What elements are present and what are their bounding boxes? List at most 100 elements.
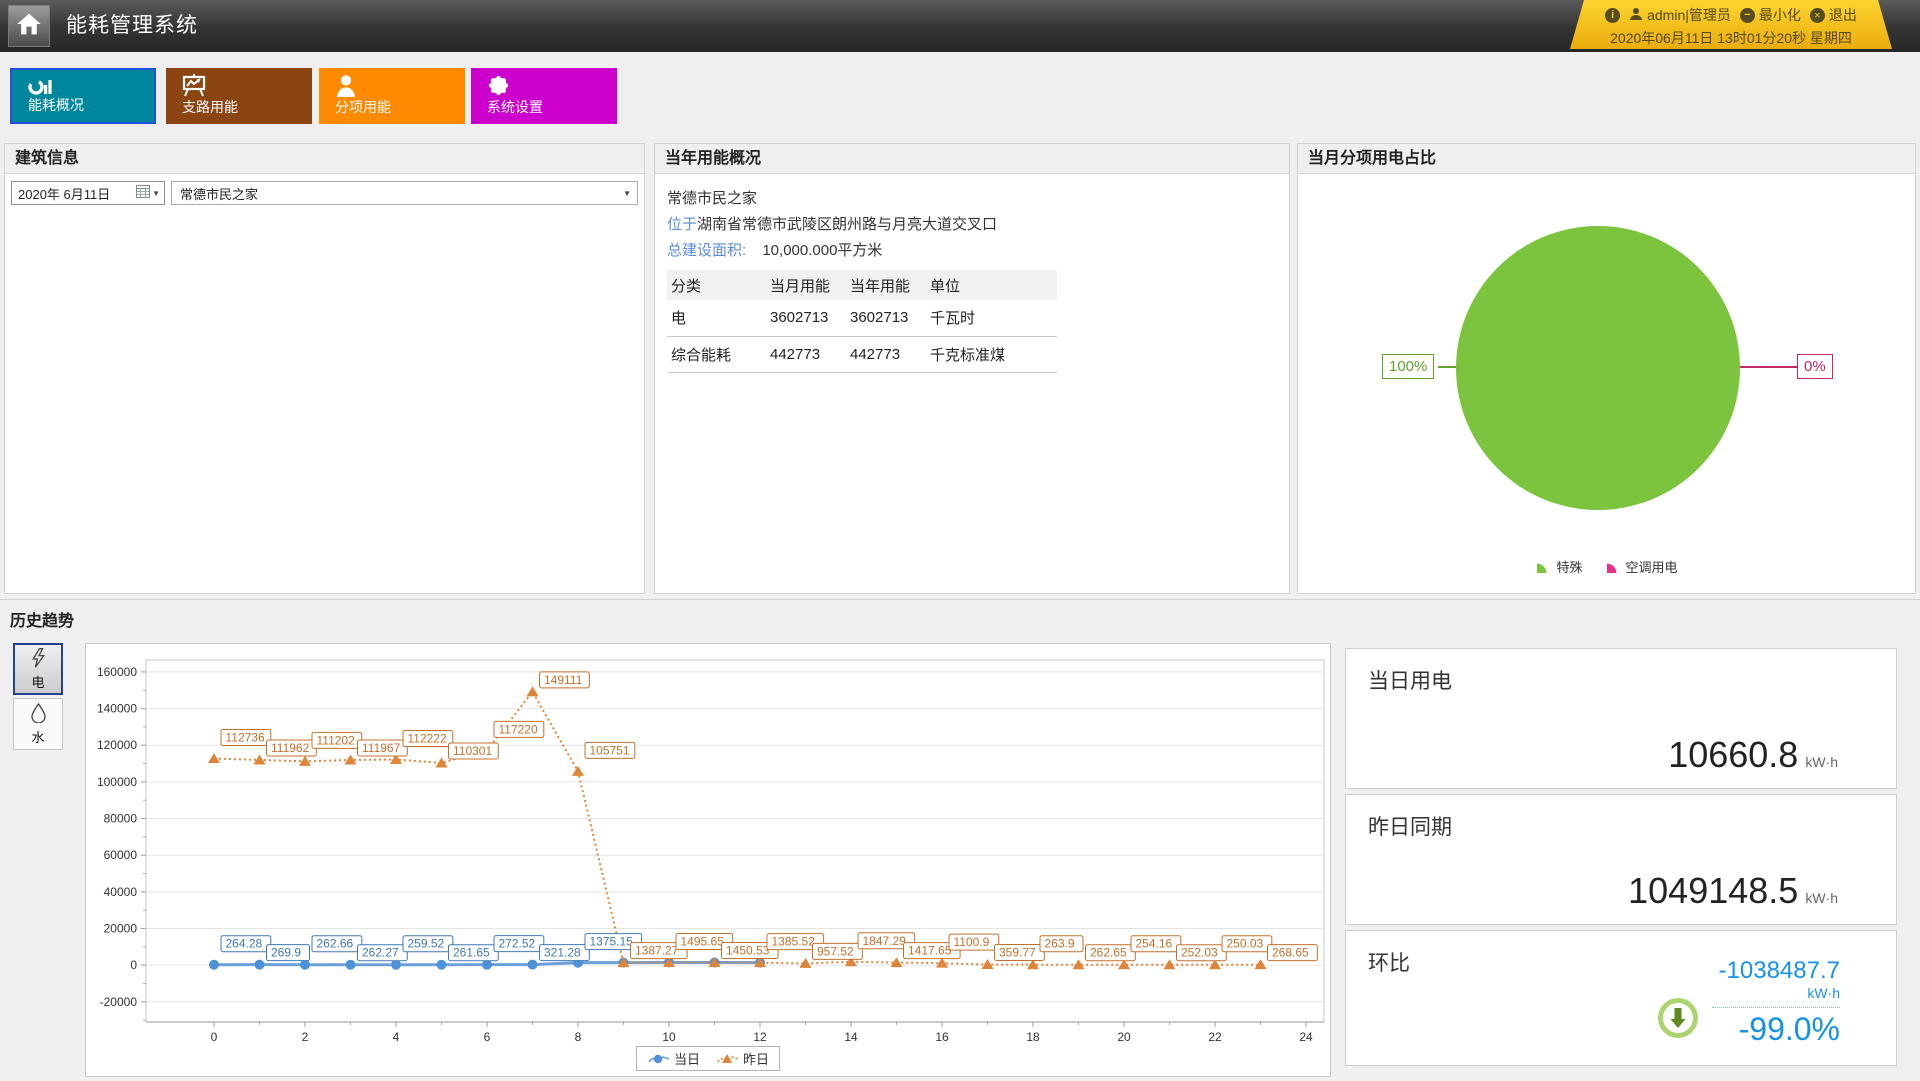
comparison-values: -1038487.7 kW·h -99.0% <box>1600 957 1840 1046</box>
svg-text:262.66: 262.66 <box>317 937 354 951</box>
svg-text:22: 22 <box>1208 1030 1222 1044</box>
panel-title: 当月分项用电占比 <box>1298 144 1915 174</box>
svg-text:957.52: 957.52 <box>817 944 854 958</box>
table-header-row: 分类 当月用能 当年用能 单位 <box>667 270 1057 300</box>
building-select[interactable]: 常德市民之家 ▼ <box>171 181 638 205</box>
card-yesterday-usage: 昨日同期 1049148.5kW·h <box>1345 794 1897 925</box>
nav-tab-branch-energy[interactable]: 支路用能 <box>166 68 312 124</box>
section-divider <box>0 599 1920 600</box>
building-address: 位于湖南省常德市武陵区朗州路与月亮大道交叉口 <box>667 213 1277 234</box>
minimize-button[interactable]: − 最小化 <box>1740 5 1801 25</box>
svg-text:8: 8 <box>575 1030 582 1044</box>
svg-text:321.28: 321.28 <box>544 946 581 960</box>
card-unit: kW·h <box>1805 754 1838 770</box>
date-picker[interactable]: 2020年 6月11日 ▼ <box>11 181 165 205</box>
water-drop-icon <box>30 703 47 726</box>
legend-item-hvac[interactable]: 空调用电 <box>1605 557 1678 576</box>
pie-callout-line <box>1740 366 1797 368</box>
chevron-down-icon: ▼ <box>152 189 160 198</box>
svg-text:0: 0 <box>130 958 137 972</box>
svg-text:60000: 60000 <box>104 848 138 862</box>
pie-legend: 特殊 空调用电 <box>1298 557 1915 576</box>
svg-text:111202: 111202 <box>317 733 356 747</box>
chevron-down-icon: ▼ <box>623 189 631 198</box>
comparison-unit: kW·h <box>1600 985 1840 1001</box>
svg-text:1387.27: 1387.27 <box>635 944 679 958</box>
app-title: 能耗管理系统 <box>66 0 198 52</box>
info-icon[interactable]: i <box>1605 8 1620 23</box>
trend-legend: 当日 昨日 <box>636 1046 780 1071</box>
dotted-divider <box>1712 1007 1840 1008</box>
close-icon: ✕ <box>1810 8 1825 23</box>
date-value: 2020年 6月11日 <box>18 184 136 203</box>
trend-chart-panel: -200000200004000060000800001000001200001… <box>85 643 1331 1077</box>
svg-text:264.28: 264.28 <box>226 937 263 951</box>
svg-text:117220: 117220 <box>499 722 538 736</box>
svg-text:4: 4 <box>393 1030 400 1044</box>
svg-text:111962: 111962 <box>271 741 310 755</box>
svg-text:40000: 40000 <box>104 885 138 899</box>
table-row: 综合能耗 442773 442773 千克标准煤 <box>667 336 1057 372</box>
nav-tab-energy-overview[interactable]: 能耗概况 <box>10 68 156 124</box>
pie-panel: 当月分项用电占比 100% 0% 特殊 空调用电 <box>1297 143 1916 594</box>
datetime-label: 2020年06月11日 13时01分20秒 星期四 <box>1570 28 1892 48</box>
svg-text:1100.9: 1100.9 <box>954 935 990 949</box>
building-name: 常德市民之家 <box>667 187 1277 208</box>
nav-tab-item-energy[interactable]: 分项用能 <box>319 68 465 124</box>
svg-text:20000: 20000 <box>104 922 138 936</box>
legend-item-yesterday[interactable]: 昨日 <box>716 1049 769 1068</box>
comparison-percent: -99.0% <box>1600 1012 1840 1046</box>
svg-text:272.52: 272.52 <box>499 937 536 951</box>
card-value: 1049148.5kW·h <box>1628 870 1838 912</box>
svg-text:10: 10 <box>662 1030 676 1044</box>
svg-text:1847.29: 1847.29 <box>863 934 907 948</box>
table-row: 电 3602713 3602713 千瓦时 <box>667 300 1057 336</box>
building-select-value: 常德市民之家 <box>180 184 621 203</box>
svg-text:160000: 160000 <box>97 665 137 679</box>
toggle-water[interactable]: 水 <box>13 698 63 750</box>
card-title: 昨日同期 <box>1346 795 1896 841</box>
svg-text:111967: 111967 <box>362 741 401 755</box>
svg-text:16: 16 <box>935 1030 949 1044</box>
exit-button[interactable]: ✕ 退出 <box>1810 5 1857 25</box>
svg-text:254.16: 254.16 <box>1136 937 1173 951</box>
nav-tab-system-settings[interactable]: 系统设置 <box>471 68 617 124</box>
svg-text:-20000: -20000 <box>100 995 138 1009</box>
svg-text:14: 14 <box>844 1030 858 1044</box>
svg-text:263.9: 263.9 <box>1045 937 1075 951</box>
svg-text:12: 12 <box>753 1030 767 1044</box>
svg-text:120000: 120000 <box>97 738 137 752</box>
svg-text:262.27: 262.27 <box>362 946 399 960</box>
svg-text:80000: 80000 <box>104 812 138 826</box>
minimize-icon: − <box>1740 8 1755 23</box>
calendar-icon[interactable] <box>136 185 150 201</box>
home-button[interactable] <box>8 5 50 47</box>
legend-item-today[interactable]: 当日 <box>647 1049 700 1068</box>
svg-text:252.03: 252.03 <box>1181 946 1218 960</box>
nav-label: 能耗概况 <box>28 95 84 115</box>
pie-label-special: 100% <box>1382 354 1434 379</box>
svg-text:0: 0 <box>211 1030 218 1044</box>
svg-text:110301: 110301 <box>453 744 492 758</box>
nav-label: 系统设置 <box>487 97 543 117</box>
comparison-delta: -1038487.7 <box>1600 957 1840 985</box>
svg-text:1385.52: 1385.52 <box>772 935 816 949</box>
panel-title: 当年用能概况 <box>655 144 1289 174</box>
svg-text:140000: 140000 <box>97 702 137 716</box>
card-title: 当日用电 <box>1346 649 1896 695</box>
nav-label: 支路用能 <box>182 97 238 117</box>
toggle-electricity[interactable]: 电 <box>13 643 63 695</box>
pie-callout-line <box>1438 366 1456 368</box>
energy-table: 分类 当月用能 当年用能 单位 电 3602713 3602713 千瓦时 综合… <box>667 270 1057 373</box>
svg-text:24: 24 <box>1299 1030 1313 1044</box>
svg-text:20: 20 <box>1117 1030 1131 1044</box>
user-info: admin|管理员 <box>1629 5 1731 25</box>
trend-chart: -200000200004000060000800001000001200001… <box>86 644 1330 1076</box>
home-icon <box>16 12 42 41</box>
user-icon <box>1629 7 1643 24</box>
card-value: 10660.8kW·h <box>1668 734 1838 776</box>
legend-item-special[interactable]: 特殊 <box>1535 557 1582 576</box>
card-unit: kW·h <box>1805 890 1838 906</box>
building-info-panel: 建筑信息 2020年 6月11日 ▼ 常德市民之家 ▼ <box>4 143 645 594</box>
svg-text:359.77: 359.77 <box>999 946 1036 960</box>
